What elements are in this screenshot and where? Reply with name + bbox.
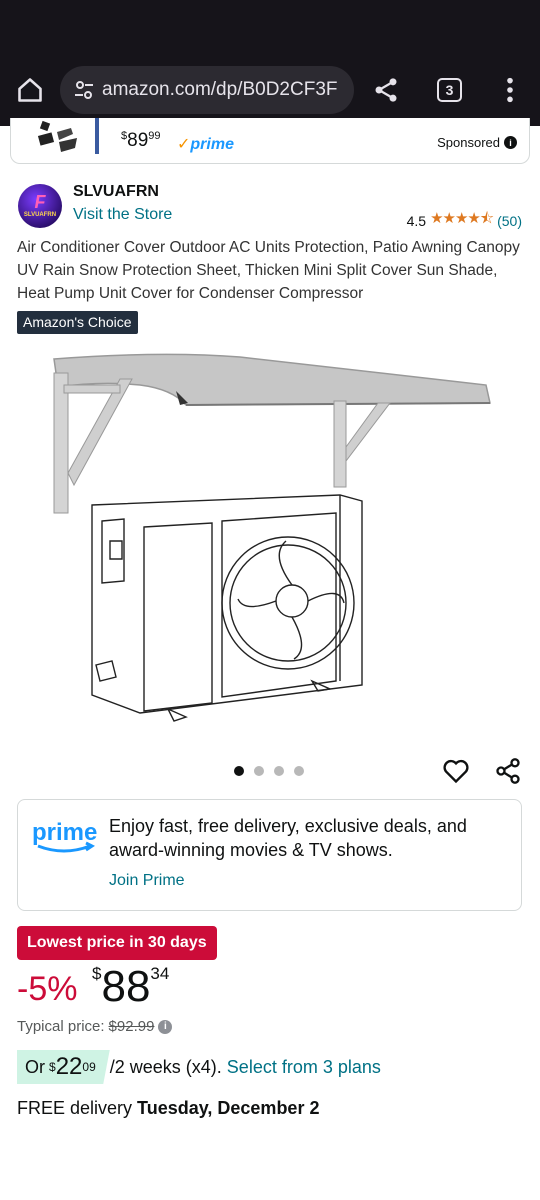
installment-amount: Or $22 09 xyxy=(17,1050,110,1084)
deal-badge: Lowest price in 30 days xyxy=(17,926,217,960)
join-prime-link[interactable]: Join Prime xyxy=(109,872,185,890)
carousel-dot[interactable] xyxy=(274,766,284,776)
sponsored-ad-card[interactable]: $8999 ✓prime Sponsored i xyxy=(10,118,530,164)
carousel-dot[interactable] xyxy=(294,766,304,776)
share-icon[interactable] xyxy=(494,757,522,785)
browser-toolbar: amazon.com/dp/B0D2CF3F 3 xyxy=(0,0,540,126)
prime-badge: ✓prime xyxy=(177,136,234,153)
heart-icon[interactable] xyxy=(442,757,470,785)
typical-price: Typical price: $92.99 i xyxy=(17,1018,173,1035)
tune-icon[interactable] xyxy=(72,78,96,102)
price: $8834 xyxy=(92,962,170,1011)
amazons-choice-badge[interactable]: Amazon's Choice xyxy=(17,311,138,334)
info-icon[interactable]: i xyxy=(158,1019,173,1034)
check-icon: ✓ xyxy=(177,136,191,153)
delivery-date: Tuesday, December 2 xyxy=(137,1098,320,1118)
carousel-dot[interactable] xyxy=(234,766,244,776)
product-title: Air Conditioner Cover Outdoor AC Units P… xyxy=(17,239,520,302)
tabs-icon[interactable]: 3 xyxy=(437,78,462,102)
delivery-info: FREE delivery Tuesday, December 2 xyxy=(17,1098,320,1118)
rating-count[interactable]: (50) xyxy=(497,213,522,229)
sponsored-product-thumbnail[interactable] xyxy=(37,118,109,158)
installment-offer: Or $22 09 /2 weeks (x4). Select from 3 pl… xyxy=(17,1050,381,1084)
product-image[interactable] xyxy=(40,345,500,725)
share-icon[interactable] xyxy=(372,76,400,104)
installment-term: /2 weeks (x4). xyxy=(109,1056,222,1077)
brand-logo-mark: F xyxy=(34,192,46,212)
more-vert-icon[interactable] xyxy=(500,76,520,104)
carousel-dot[interactable] xyxy=(254,766,264,776)
sponsored-price: $8999 xyxy=(121,130,161,151)
svg-text:prime: prime xyxy=(32,819,97,846)
url-text[interactable]: amazon.com/dp/B0D2CF3F xyxy=(102,79,338,101)
select-plans-link[interactable]: Select from 3 plans xyxy=(227,1057,381,1078)
star-rating-icon: ★★★★⯪ xyxy=(430,210,494,227)
discount-percent: -5% xyxy=(17,970,78,1008)
rating-summary[interactable]: 4.5 ★★★★⯪ (50) xyxy=(407,208,522,233)
sponsored-label[interactable]: Sponsored i xyxy=(437,135,517,150)
home-icon[interactable] xyxy=(16,76,44,104)
address-bar[interactable]: amazon.com/dp/B0D2CF3F xyxy=(60,66,354,114)
prime-message: Enjoy fast, free delivery, exclusive dea… xyxy=(109,816,467,860)
tab-count: 3 xyxy=(445,82,454,98)
prime-upsell-card: prime Enjoy fast, free delivery, exclusi… xyxy=(17,799,522,911)
rating-value: 4.5 xyxy=(406,212,427,229)
info-icon[interactable]: i xyxy=(504,136,517,149)
image-carousel-dots[interactable] xyxy=(234,766,304,776)
brand-logo[interactable]: F SLVUAFRN xyxy=(18,184,62,228)
prime-logo-icon: prime xyxy=(32,819,97,853)
brand-name: SLVUAFRN xyxy=(73,183,159,200)
visit-store-link[interactable]: Visit the Store xyxy=(73,206,172,224)
